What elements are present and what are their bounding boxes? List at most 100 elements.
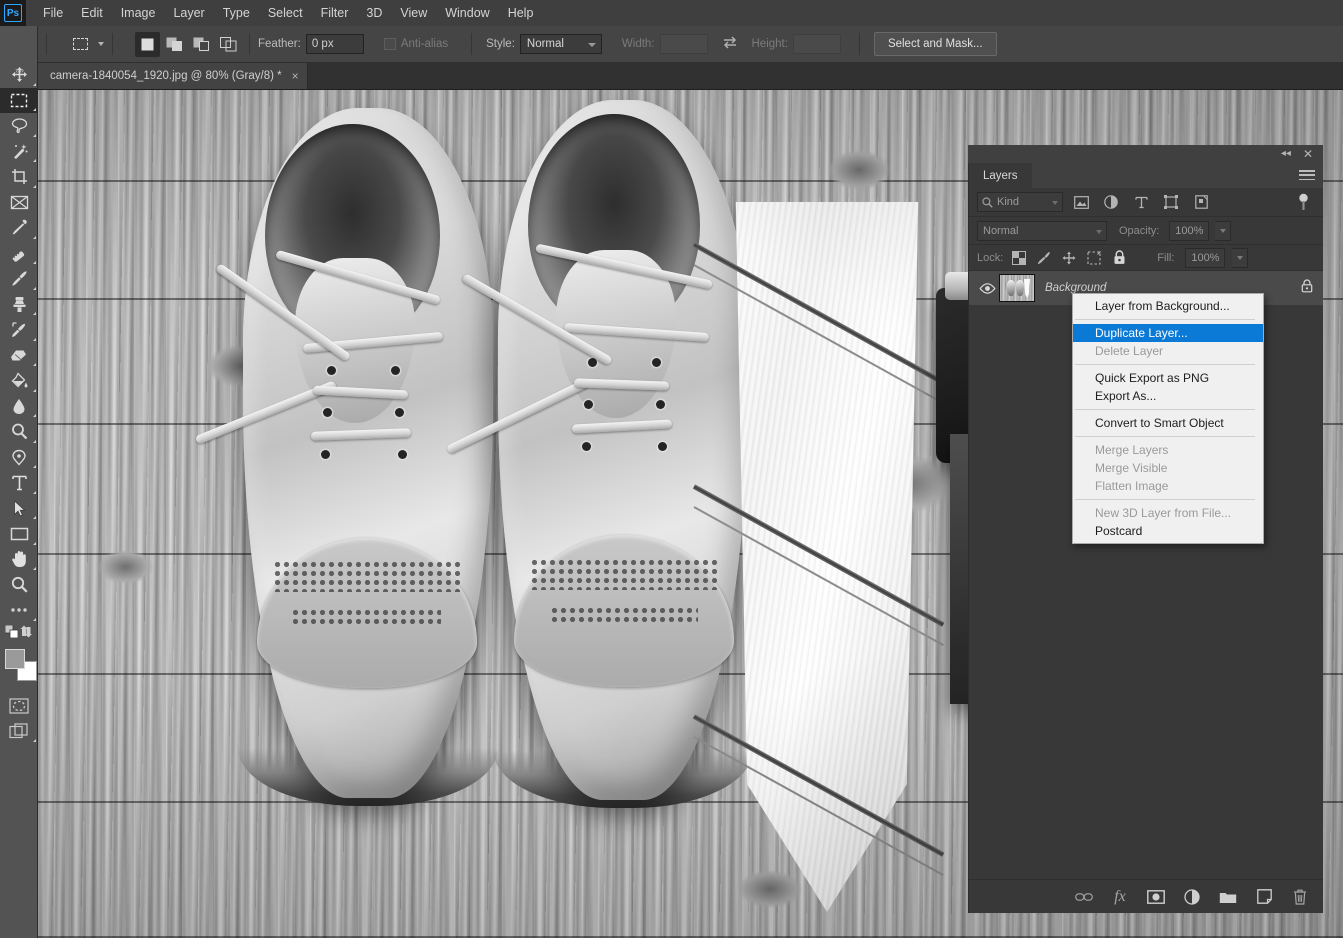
menu-image[interactable]: Image: [112, 2, 165, 24]
menu-help[interactable]: Help: [499, 2, 543, 24]
add-to-selection-button[interactable]: [162, 32, 187, 57]
add-layer-mask-icon[interactable]: [1147, 888, 1165, 906]
tool-screen-mode[interactable]: [0, 719, 38, 745]
context-menu-item-quick-export-as-png[interactable]: Quick Export as PNG: [1073, 369, 1263, 387]
tool-spot-healing-brush[interactable]: [0, 241, 38, 267]
tool-pen[interactable]: [0, 445, 38, 471]
fill-stepper-icon[interactable]: [1232, 247, 1249, 268]
antialias-control[interactable]: Anti-alias: [383, 38, 453, 50]
height-input[interactable]: [792, 34, 841, 54]
tool-edit-toolbar[interactable]: [0, 598, 38, 624]
style-select-value: Normal: [526, 38, 564, 50]
filter-kind-select[interactable]: Kind: [977, 192, 1063, 212]
close-icon[interactable]: ×: [292, 70, 299, 82]
tool-preset-chevron-down-icon[interactable]: [98, 42, 104, 46]
lock-position-icon[interactable]: [1060, 249, 1078, 267]
tool-quick-mask[interactable]: [0, 693, 38, 719]
tool-history-brush[interactable]: [0, 317, 38, 343]
new-selection-button[interactable]: [135, 31, 160, 57]
adjustment-layer-filter-icon[interactable]: [1099, 191, 1123, 213]
tab-layers[interactable]: Layers: [969, 163, 1032, 188]
tool-brush[interactable]: [0, 266, 38, 292]
menu-edit[interactable]: Edit: [72, 2, 112, 24]
width-label: Width:: [621, 38, 655, 50]
tool-quick-selection[interactable]: [0, 139, 38, 165]
opacity-stepper-icon[interactable]: [1215, 220, 1232, 241]
lock-artboard-nesting-icon[interactable]: [1085, 249, 1103, 267]
tool-lasso[interactable]: [0, 113, 38, 139]
fill-value[interactable]: 100%: [1185, 247, 1226, 268]
new-adjustment-layer-icon[interactable]: [1183, 888, 1201, 906]
feather-input[interactable]: 0 px: [305, 34, 364, 54]
dodge-icon: [11, 423, 27, 440]
filter-toggle-icon[interactable]: [1291, 191, 1315, 213]
default-colors-button[interactable]: [4, 624, 19, 643]
collapse-panels-icon[interactable]: ◂◂: [1281, 149, 1291, 159]
swap-colors-button[interactable]: [20, 625, 33, 643]
tool-gradient[interactable]: [0, 368, 38, 394]
menu-file[interactable]: File: [34, 2, 72, 24]
menu-select[interactable]: Select: [259, 2, 312, 24]
layer-thumbnail[interactable]: [999, 274, 1035, 302]
tool-clone-stamp[interactable]: [0, 292, 38, 318]
menu-window[interactable]: Window: [436, 2, 498, 24]
menu-type[interactable]: Type: [214, 2, 259, 24]
blend-mode-select[interactable]: Normal: [977, 220, 1107, 241]
intersect-selection-button[interactable]: [216, 32, 241, 57]
swap-dimensions-button[interactable]: [722, 35, 738, 54]
antialias-checkbox[interactable]: [383, 38, 396, 50]
tool-move[interactable]: [0, 62, 38, 88]
tool-blur[interactable]: [0, 394, 38, 420]
foreground-color-swatch[interactable]: [5, 649, 25, 669]
pixel-layer-filter-icon[interactable]: [1069, 191, 1093, 213]
tool-eraser[interactable]: [0, 343, 38, 369]
link-layers-icon[interactable]: [1075, 888, 1093, 906]
context-menu-item-duplicate-layer[interactable]: Duplicate Layer...: [1073, 324, 1263, 342]
layer-style-fx-icon[interactable]: fx: [1111, 888, 1129, 906]
subtract-from-selection-button[interactable]: [189, 32, 214, 57]
frame-icon: [10, 195, 28, 209]
panel-menu-icon[interactable]: [1299, 168, 1315, 182]
tool-crop[interactable]: [0, 164, 38, 190]
tool-path-selection[interactable]: [0, 496, 38, 522]
document-tab[interactable]: camera-1840054_1920.jpg @ 80% (Gray/8) *…: [38, 63, 308, 89]
menu-view[interactable]: View: [391, 2, 436, 24]
tool-rectangular-marquee[interactable]: [0, 87, 38, 113]
context-menu-item-postcard[interactable]: Postcard: [1073, 522, 1263, 540]
shape-layer-filter-icon[interactable]: [1159, 191, 1183, 213]
lock-icon[interactable]: [1301, 278, 1313, 298]
new-group-icon[interactable]: [1219, 888, 1237, 906]
menu-3d[interactable]: 3D: [357, 2, 391, 24]
tool-dodge[interactable]: [0, 419, 38, 445]
lock-transparent-pixels-icon[interactable]: [1010, 249, 1028, 267]
lock-all-icon[interactable]: [1110, 249, 1128, 267]
active-tool-preview[interactable]: [69, 34, 91, 54]
lock-row: Lock: Fill: 100%: [969, 245, 1323, 271]
eye-icon[interactable]: [975, 282, 999, 294]
context-menu-item-layer-from-background[interactable]: Layer from Background...: [1073, 297, 1263, 315]
opacity-value[interactable]: 100%: [1169, 220, 1210, 241]
new-layer-icon[interactable]: [1255, 888, 1273, 906]
close-panel-icon[interactable]: ✕: [1303, 148, 1313, 160]
lock-image-pixels-icon[interactable]: [1035, 249, 1053, 267]
delete-layer-icon[interactable]: [1291, 888, 1309, 906]
context-menu-item-export-as[interactable]: Export As...: [1073, 387, 1263, 405]
color-swatches[interactable]: [0, 643, 38, 687]
options-separator-5: [858, 33, 860, 55]
tool-type[interactable]: [0, 470, 38, 496]
smart-object-filter-icon[interactable]: [1189, 191, 1213, 213]
tool-eyedropper[interactable]: [0, 215, 38, 241]
tool-zoom[interactable]: [0, 572, 38, 598]
menu-filter[interactable]: Filter: [312, 2, 358, 24]
style-select[interactable]: Normal: [519, 34, 602, 54]
tool-frame[interactable]: [0, 190, 38, 216]
select-and-mask-button[interactable]: Select and Mask...: [873, 32, 997, 56]
context-menu-item-convert-to-smart-object[interactable]: Convert to Smart Object: [1073, 414, 1263, 432]
tool-hand[interactable]: [0, 547, 38, 573]
width-input[interactable]: [659, 34, 708, 54]
feather-label: Feather:: [258, 38, 301, 50]
menu-layer[interactable]: Layer: [164, 2, 213, 24]
type-layer-filter-icon[interactable]: [1129, 191, 1153, 213]
fill-label: Fill:: [1157, 251, 1175, 264]
tool-rectangle[interactable]: [0, 521, 38, 547]
